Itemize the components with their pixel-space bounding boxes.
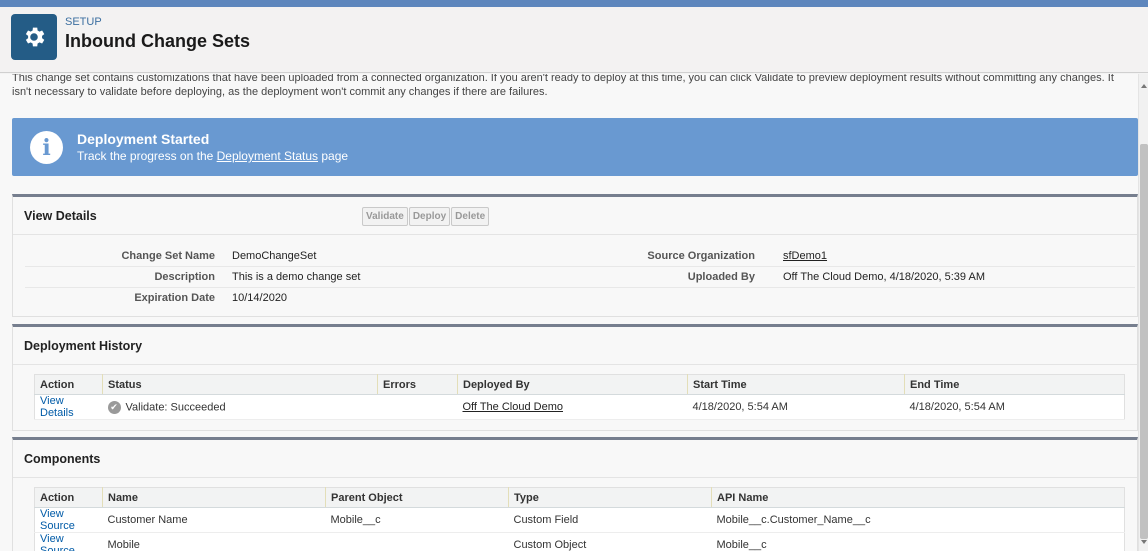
banner-title: Deployment Started: [77, 131, 210, 147]
component-name-cell: Customer Name: [102, 507, 326, 533]
column-start-time[interactable]: Start Time: [687, 374, 905, 395]
deployment-started-banner: i Deployment Started Track the progress …: [12, 118, 1138, 176]
page-header: SETUP Inbound Change Sets: [0, 7, 1148, 73]
view-details-link[interactable]: View Details: [34, 394, 103, 420]
status-text: Validate: Succeeded: [125, 400, 226, 413]
view-source-cell[interactable]: View Source: [34, 532, 103, 551]
column-api-name[interactable]: API Name: [711, 487, 1125, 508]
api-name-cell: Mobile__c: [711, 532, 1125, 551]
deployment-status-link[interactable]: Deployment Status: [217, 149, 318, 163]
parent-object-cell: [325, 532, 509, 551]
component-name-cell: Mobile: [102, 532, 326, 551]
detail-row-3: Expiration Date 10/14/2020: [25, 288, 1135, 309]
column-action[interactable]: Action: [34, 487, 103, 508]
column-action[interactable]: Action: [34, 374, 103, 395]
gear-icon: [25, 27, 45, 47]
components-header: Components: [13, 440, 1137, 478]
source-organization-link[interactable]: sfDemo1: [783, 250, 827, 262]
table-row: View Source Mobile Custom Object Mobile_…: [34, 532, 1125, 551]
view-details-section: View Details Validate Deploy Delete Chan…: [12, 194, 1138, 317]
column-type[interactable]: Type: [508, 487, 712, 508]
deploy-button[interactable]: Deploy: [408, 207, 451, 226]
expiration-date-value: 10/14/2020: [232, 292, 288, 304]
column-name[interactable]: Name: [102, 487, 326, 508]
view-source-link[interactable]: View Source: [40, 533, 75, 551]
expiration-date-label: Expiration Date: [134, 292, 215, 304]
components-section: Components Action Name Parent Object Typ…: [12, 437, 1138, 551]
table-row: View Details ✔ Validate: Succeeded Off Th…: [34, 394, 1125, 420]
column-errors[interactable]: Errors: [377, 374, 458, 395]
type-cell: Custom Field: [508, 507, 712, 533]
deployment-history-title: Deployment History: [24, 339, 143, 353]
change-set-name-value: DemoChangeSet: [232, 250, 317, 262]
banner-text-before: Track the progress on the: [77, 149, 217, 163]
main-content: This change set contains customizations …: [0, 74, 1138, 551]
type-cell: Custom Object: [508, 532, 712, 551]
scroll-thumb[interactable]: [1140, 144, 1148, 539]
view-source-cell[interactable]: View Source: [34, 507, 103, 533]
detail-row-1: Change Set Name DemoChangeSet Source Org…: [25, 246, 1135, 267]
validate-button[interactable]: Validate: [362, 207, 408, 226]
view-source-link[interactable]: View Source: [40, 508, 75, 532]
uploaded-by-label: Uploaded By: [687, 271, 755, 283]
view-details-link-text[interactable]: View Details: [40, 395, 74, 419]
scroll-down-arrow-icon[interactable]: [1141, 540, 1147, 544]
deployment-history-section: Deployment History Action Status Errors …: [12, 324, 1138, 431]
uploaded-by-value: Off The Cloud Demo, 4/18/2020, 5:39 AM: [783, 271, 985, 283]
status-cell: ✔ Validate: Succeeded: [102, 394, 378, 420]
end-time-cell: 4/18/2020, 5:54 AM: [904, 394, 1125, 420]
view-details-header: View Details Validate Deploy Delete: [13, 197, 1137, 235]
scroll-up-arrow-icon[interactable]: [1141, 84, 1147, 88]
description-value: This is a demo change set: [232, 271, 361, 283]
view-details-title: View Details: [24, 209, 97, 223]
deployed-by-link[interactable]: Off The Cloud Demo: [463, 401, 563, 413]
column-deployed-by[interactable]: Deployed By: [457, 374, 688, 395]
column-parent-object[interactable]: Parent Object: [325, 487, 509, 508]
header-kicker: SETUP: [65, 16, 102, 28]
info-icon: i: [30, 131, 63, 164]
column-status[interactable]: Status: [102, 374, 378, 395]
errors-cell: [377, 394, 458, 420]
table-row: View Source Customer Name Mobile__c Cust…: [34, 507, 1125, 533]
delete-button[interactable]: Delete: [451, 207, 490, 226]
source-organization-label: Source Organization: [647, 250, 755, 262]
deployment-history-table: Action Status Errors Deployed By Start T…: [34, 374, 1125, 420]
vertical-scrollbar[interactable]: [1138, 74, 1148, 551]
check-circle-icon: ✔: [107, 400, 121, 414]
setup-header-icon: [11, 14, 57, 60]
components-title: Components: [24, 452, 101, 466]
deployment-history-header: Deployment History: [13, 327, 1137, 365]
components-table: Action Name Parent Object Type API Name …: [34, 487, 1125, 551]
banner-text-after: page: [318, 149, 349, 163]
intro-text: This change set contains customizations …: [12, 74, 1114, 98]
page-title: Inbound Change Sets: [65, 31, 251, 51]
change-set-name-label: Change Set Name: [121, 250, 215, 262]
view-details-buttons: Validate Deploy Delete: [362, 207, 490, 226]
top-accent-stripe: [0, 0, 1148, 7]
start-time-cell: 4/18/2020, 5:54 AM: [687, 394, 905, 420]
deployed-by-cell: Off The Cloud Demo: [457, 394, 688, 420]
description-label: Description: [154, 271, 215, 283]
table-header-row: Action Name Parent Object Type API Name: [34, 487, 1125, 508]
column-end-time[interactable]: End Time: [904, 374, 1125, 395]
table-header-row: Action Status Errors Deployed By Start T…: [34, 374, 1125, 395]
api-name-cell: Mobile__c.Customer_Name__c: [711, 507, 1125, 533]
parent-object-cell: Mobile__c: [325, 507, 509, 533]
detail-row-2: Description This is a demo change set Up…: [25, 267, 1135, 288]
banner-message: Track the progress on the Deployment Sta…: [77, 149, 348, 163]
